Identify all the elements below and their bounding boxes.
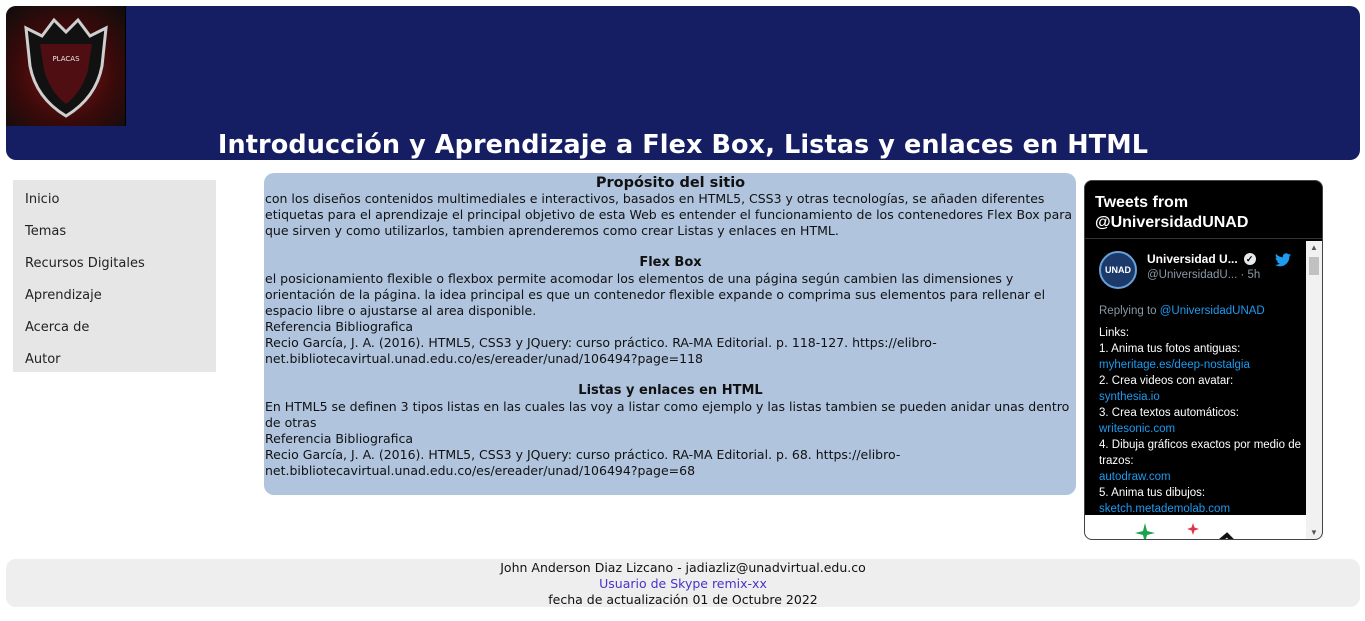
lists-reference: Recio García, J. A. (2016). HTML5, CSS3 …: [265, 447, 901, 478]
logo-lettering: PLACAS: [52, 55, 80, 63]
scroll-down-arrow-icon[interactable]: ▼: [1310, 528, 1318, 537]
twitter-bird-icon[interactable]: [1275, 253, 1291, 267]
flexbox-heading: Flex Box: [639, 255, 702, 270]
flexbox-ref-label: Referencia Bibliografica: [265, 319, 414, 334]
sidebar-item-acerca-de[interactable]: Acerca de: [13, 312, 216, 344]
tweet-line: 4. Dibuja gráficos exactos por medio de …: [1099, 439, 1301, 467]
reply-to-link[interactable]: @UniversidadUNAD: [1160, 305, 1265, 317]
twitter-timeline-title[interactable]: Tweets from @UniversidadUNAD: [1085, 181, 1322, 239]
tweet-link[interactable]: myheritage.es/deep-nostalgia: [1099, 357, 1307, 373]
tweet-author-name[interactable]: Universidad U...: [1147, 251, 1238, 267]
site-footer: John Anderson Diaz Lizcano - jadiazliz@u…: [6, 559, 1360, 607]
avatar[interactable]: UNAD: [1099, 251, 1137, 289]
purpose-heading: Propósito del sitio: [595, 175, 746, 191]
sidebar-nav: Inicio Temas Recursos Digitales Aprendiz…: [13, 180, 216, 372]
lists-text: En HTML5 se definen 3 tipos listas en la…: [265, 399, 1070, 430]
sidebar-item-autor[interactable]: Autor: [13, 344, 216, 376]
sidebar-item-recursos-digitales[interactable]: Recursos Digitales: [13, 248, 216, 280]
scrollbar-thumb[interactable]: [1309, 257, 1319, 275]
tweet-line: 5. Anima tus dibujos:: [1099, 487, 1206, 499]
shield-logo-icon: PLACAS: [24, 17, 108, 118]
tweet-author[interactable]: UNAD Universidad U... ✓ @UniversidadU...…: [1099, 251, 1307, 297]
site-header: PLACAS Introducción y Aprendizaje a Flex…: [6, 6, 1360, 160]
tweet-media-image[interactable]: [1085, 515, 1307, 539]
tweet[interactable]: UNAD Universidad U... ✓ @UniversidadU...…: [1085, 241, 1307, 539]
tweet-line: 2. Crea videos con avatar:: [1099, 375, 1234, 387]
verified-icon: ✓: [1243, 253, 1256, 265]
tweet-reply-context: Replying to @UniversidadUNAD: [1099, 303, 1307, 319]
scroll-up-arrow-icon[interactable]: ▲: [1310, 243, 1318, 252]
site-logo: PLACAS: [6, 6, 126, 126]
reply-prefix: Replying to: [1099, 305, 1157, 317]
twitter-timeline-widget: Tweets from @UniversidadUNAD UNAD Univer…: [1084, 180, 1323, 540]
tweet-line: 1. Anima tus fotos antiguas:: [1099, 343, 1241, 355]
tweet-link[interactable]: autodraw.com: [1099, 469, 1307, 485]
flexbox-text: el posicionamiento flexible o flexbox pe…: [265, 271, 1046, 318]
tweet-link[interactable]: writesonic.com: [1099, 421, 1307, 437]
footer-updated: fecha de actualización 01 de Octubre 202…: [548, 592, 818, 607]
tweet-link[interactable]: synthesia.io: [1099, 389, 1307, 405]
sidebar-item-aprendizaje[interactable]: Aprendizaje: [13, 280, 216, 312]
lists-heading: Listas y enlaces en HTML: [578, 383, 763, 398]
lists-ref-label: Referencia Bibliografica: [265, 431, 414, 446]
flexbox-reference: Recio García, J. A. (2016). HTML5, CSS3 …: [265, 335, 937, 366]
sidebar-item-temas[interactable]: Temas: [13, 216, 216, 248]
footer-author: John Anderson Diaz Lizcano - jadiazliz@u…: [500, 560, 866, 575]
main-content: Propósito del sitio con los diseños cont…: [264, 173, 1076, 495]
tweet-line: 3. Crea textos automáticos:: [1099, 407, 1239, 419]
tweet-text: Links: 1. Anima tus fotos antiguas: myhe…: [1099, 325, 1307, 517]
tweet-line: Links:: [1099, 327, 1130, 339]
skype-link[interactable]: Usuario de Skype remix-xx: [599, 576, 767, 591]
page-title: Introducción y Aprendizaje a Flex Box, L…: [217, 130, 1149, 160]
sidebar-item-inicio[interactable]: Inicio: [13, 184, 216, 216]
twitter-scrollbar[interactable]: ▲ ▼: [1306, 241, 1322, 539]
sparkle-icon: [1135, 523, 1234, 539]
purpose-text: con los diseños contenidos multimediales…: [265, 191, 1073, 238]
tweet-author-handle[interactable]: @UniversidadU... · 5h: [1147, 267, 1260, 283]
